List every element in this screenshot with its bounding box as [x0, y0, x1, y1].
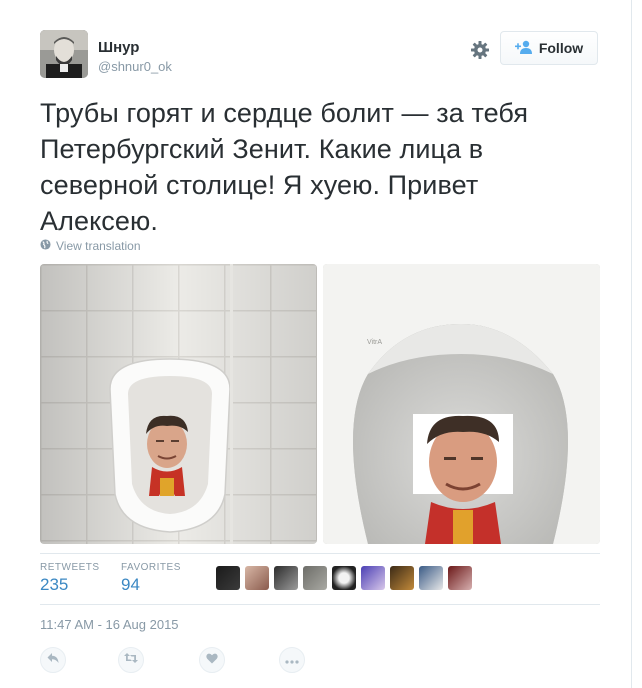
favorites-count[interactable]: 94: [121, 575, 140, 595]
favoriter-avatar[interactable]: [448, 566, 472, 590]
tweet-photo-left[interactable]: [40, 264, 317, 544]
heart-icon: [206, 651, 218, 669]
retweets-label: RETWEETS: [40, 562, 100, 573]
author-name[interactable]: Шнур: [98, 39, 139, 56]
follow-person-icon: [514, 40, 533, 57]
favoriters-avatar-row: [216, 566, 472, 590]
follow-button[interactable]: Follow: [500, 31, 598, 65]
favoriter-avatar[interactable]: [419, 566, 443, 590]
follow-button-label: Follow: [538, 40, 584, 56]
tweet-photo-right[interactable]: VitrA: [323, 264, 600, 544]
favoriter-avatar[interactable]: [303, 566, 327, 590]
reply-icon: [47, 651, 59, 669]
favoriter-avatar[interactable]: [390, 566, 414, 590]
view-translation-link[interactable]: View translation: [40, 239, 141, 253]
view-translation-label: View translation: [56, 239, 141, 253]
more-button[interactable]: [279, 647, 305, 673]
stats-divider-bottom: [40, 604, 600, 605]
more-icon: [285, 651, 299, 669]
retweet-icon: [124, 651, 138, 669]
retweet-button[interactable]: [118, 647, 144, 673]
author-avatar[interactable]: [40, 30, 88, 78]
vitra-brand-mark: VitrA: [367, 339, 382, 346]
reply-button[interactable]: [40, 647, 66, 673]
favoriter-avatar[interactable]: [361, 566, 385, 590]
favorites-label: FAVORITES: [121, 562, 181, 573]
favorite-button[interactable]: [199, 647, 225, 673]
tweet-timestamp[interactable]: 11:47 AM - 16 Aug 2015: [40, 617, 179, 632]
favoriter-avatar[interactable]: [216, 566, 240, 590]
favoriter-avatar[interactable]: [245, 566, 269, 590]
globe-icon: [40, 239, 51, 253]
tweet-text: Трубы горят и сердце болит — за тебя Пет…: [40, 98, 529, 236]
retweets-count[interactable]: 235: [40, 575, 68, 595]
stats-divider-top: [40, 553, 600, 554]
author-handle[interactable]: @shnur0_ok: [98, 59, 172, 74]
tweet-card: Шнур @shnur0_ok Follow Трубы горят и сер…: [0, 0, 632, 688]
favoriter-avatar[interactable]: [332, 566, 356, 590]
favoriter-avatar[interactable]: [274, 566, 298, 590]
gear-icon[interactable]: [470, 40, 490, 60]
